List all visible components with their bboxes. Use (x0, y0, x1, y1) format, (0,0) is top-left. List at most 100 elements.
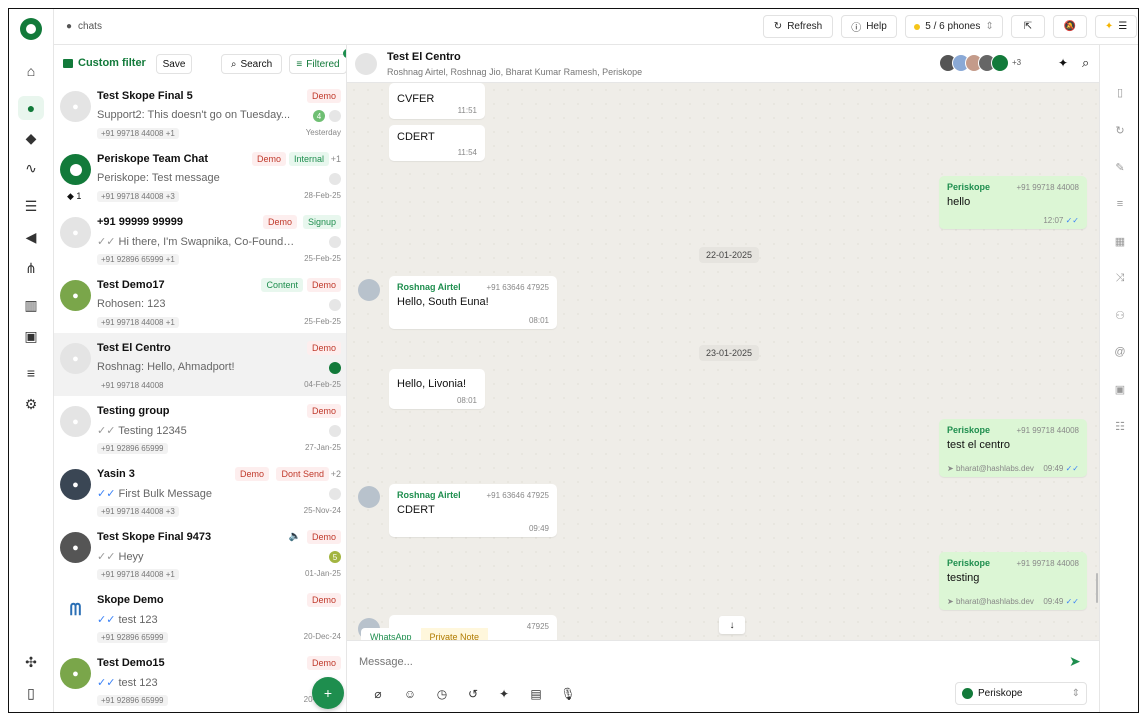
save-filter-button[interactable]: Save (156, 54, 192, 74)
chat-row[interactable]: ● +91 99999 99999 Demo Signup ✓✓ Hi ther… (54, 207, 346, 270)
contact-avatar: ● (60, 469, 91, 500)
left-nav-rail: ⌂ ● ◆ ∿ ☰ ◀ ⋔ ▥ ▣ ≡ ⚙ ✣ ▯ (9, 9, 54, 712)
message-time: 11:51 (457, 106, 477, 115)
search-in-chat-icon[interactable]: ⌕ (1082, 55, 1089, 71)
group-avatar (355, 53, 377, 75)
quick-reply-icon[interactable]: ↺ (466, 687, 480, 701)
participant-avatars[interactable]: +3 (939, 54, 1021, 72)
chat-row[interactable]: ● Test Skope Final 9473 🔈 Demo ✓✓ Heyy 5… (54, 522, 346, 585)
send-button[interactable]: ➤ (1069, 653, 1081, 670)
list-icon[interactable]: ☰ (21, 196, 41, 216)
message-text: testing (947, 572, 980, 584)
media-icon[interactable]: ▣ (1113, 382, 1127, 396)
message-time: 09:49 ✓✓ (1043, 464, 1079, 473)
schedule-icon[interactable]: ◷ (435, 687, 449, 701)
contacts-icon[interactable]: ▥ (21, 295, 41, 315)
collapse-icon[interactable]: ▯ (21, 683, 41, 703)
chats-icon[interactable]: ● (18, 96, 44, 120)
chat-phone: +91 99718 44008 +1 (97, 128, 179, 139)
mentions-icon[interactable]: @ (1113, 345, 1127, 359)
send-icon: ➤ (947, 464, 956, 473)
media-icon[interactable]: ▣ (21, 326, 41, 346)
sender-account-select[interactable]: Periskope ⇕ (955, 682, 1087, 705)
help-label: Help (866, 21, 887, 32)
filtered-button[interactable]: ≡ Filtered (289, 54, 346, 74)
sync-icon[interactable]: ↻ (1113, 123, 1127, 137)
chat-row[interactable]: ● Test Demo15 Demo ✓✓ test 123 +91 92896… (54, 648, 346, 711)
attachment-icon[interactable]: ⌀ (371, 687, 385, 701)
mute-notifications-button[interactable]: 🔕 (1053, 15, 1087, 38)
contact-avatar: ● (60, 217, 91, 248)
whatsapp-tab[interactable]: WhatsApp (361, 628, 421, 640)
chat-row[interactable]: ◆ 1 Periskope Team Chat Demo Internal +1… (54, 144, 346, 207)
message-input[interactable] (359, 651, 1039, 673)
chat-row-selected[interactable]: ● Test El Centro Demo Roshnag: Hello, Ah… (54, 333, 346, 396)
custom-filter-button[interactable]: Custom filter (63, 57, 146, 69)
chat-header: Test El Centro Roshnag Airtel, Roshnag J… (347, 45, 1099, 83)
chat-date: 25-Feb-25 (304, 254, 341, 263)
assignee-icon (329, 299, 341, 311)
chat-row[interactable]: ● Testing group Demo ✓✓ Testing 12345 +9… (54, 396, 346, 459)
sender-number: 47925 (526, 622, 549, 631)
tickets-icon[interactable]: ◆ (21, 128, 41, 148)
sparkle-icon: ✦ (1104, 21, 1114, 32)
settings-icon[interactable]: ⚙ (21, 394, 41, 414)
broadcast-icon[interactable]: ◀ (21, 227, 41, 247)
contact-avatar: ● (60, 532, 91, 563)
message-text: Hello, South Euna! (397, 296, 489, 308)
search-button[interactable]: ⌕ Search (221, 54, 282, 74)
chat-date: 04-Feb-25 (304, 380, 341, 389)
unread-badge: 5 (329, 551, 341, 563)
message-area: CVFER 11:51 CDERT 11:54 Periskope +91 99… (347, 83, 1099, 640)
analytics-icon[interactable]: ∿ (21, 158, 41, 178)
assignee-icon (329, 425, 341, 437)
export-button[interactable]: ⇱ (1011, 15, 1045, 38)
scrollbar-thumb[interactable] (1096, 573, 1098, 603)
sender-account-label: Periskope (978, 688, 1023, 699)
integrations-icon[interactable]: ✣ (21, 652, 41, 672)
tag-badge: Demo (306, 593, 341, 607)
assignee-icon (329, 236, 341, 248)
message-text: CVFER (397, 93, 435, 105)
edit-icon[interactable]: ✎ (1113, 160, 1127, 174)
new-chat-fab-button[interactable]: + (312, 677, 344, 709)
chat-row[interactable]: ᗰ Skope Demo Demo ✓✓ test 123 +91 92896 … (54, 585, 346, 648)
date-separator: 23-01-2025 (699, 345, 760, 361)
chat-phone: +91 92896 65999 +1 (97, 254, 179, 265)
filters-icon[interactable]: ☷ (1113, 419, 1127, 433)
emoji-icon[interactable]: ☺ (403, 687, 417, 701)
notes-icon[interactable]: ≡ (1113, 197, 1127, 211)
side-panel-icon[interactable]: ▯ (1113, 85, 1127, 99)
mic-icon[interactable]: 🎙 (560, 687, 575, 701)
members-icon[interactable]: ⚇ (1113, 308, 1127, 322)
help-button[interactable]: ⓘ Help (841, 15, 897, 38)
chat-name: Test El Centro (97, 342, 171, 354)
chat-title[interactable]: Test El Centro (387, 51, 461, 63)
chat-row[interactable]: ● Test Skope Final 5 Demo Support2: This… (54, 81, 346, 144)
assignee-icon (329, 173, 341, 185)
chat-phone: +91 92896 65999 (97, 632, 168, 643)
refresh-button[interactable]: ↻ Refresh (763, 15, 833, 38)
top-bar: ● chats ↻ Refresh ⓘ Help 5 / 6 phones ⇕ ⇱ … (54, 9, 1138, 45)
chat-preview: ✓✓ First Bulk Message (97, 488, 213, 500)
double-check-icon: ✓✓ (97, 488, 119, 500)
chat-row[interactable]: ● Test Demo17 Content Demo Rohosen: 123 … (54, 270, 346, 333)
template-icon[interactable]: ▤ (529, 687, 543, 701)
ai-menu-button[interactable]: ✦ ☰ (1095, 15, 1137, 38)
ai-tools-icon[interactable]: ✦ (1058, 56, 1068, 70)
flows-icon[interactable]: ⋔ (21, 258, 41, 278)
integrations-icon[interactable]: ⤨ (1113, 271, 1127, 285)
home-icon[interactable]: ⌂ (21, 61, 41, 81)
ai-assist-icon[interactable]: ✦ (497, 687, 511, 701)
app-window: ⌂ ● ◆ ∿ ☰ ◀ ⋔ ▥ ▣ ≡ ⚙ ✣ ▯ ● chats ↻ Refre… (8, 8, 1139, 713)
refresh-icon: ↻ (773, 21, 783, 32)
chat-row[interactable]: ● Yasin 3 Demo Dont Send +2 ✓✓ First Bul… (54, 459, 346, 522)
send-icon: ➤ (947, 597, 956, 606)
properties-icon[interactable]: ▦ (1113, 234, 1127, 248)
tasks-icon[interactable]: ≡ (21, 363, 41, 383)
phones-selector[interactable]: 5 / 6 phones ⇕ (905, 15, 1003, 38)
message-text: test el centro (947, 439, 1010, 451)
chat-date: 25-Nov-24 (303, 506, 341, 515)
private-note-tab[interactable]: Private Note (420, 628, 489, 640)
scroll-down-button[interactable]: ↓ (719, 616, 745, 634)
